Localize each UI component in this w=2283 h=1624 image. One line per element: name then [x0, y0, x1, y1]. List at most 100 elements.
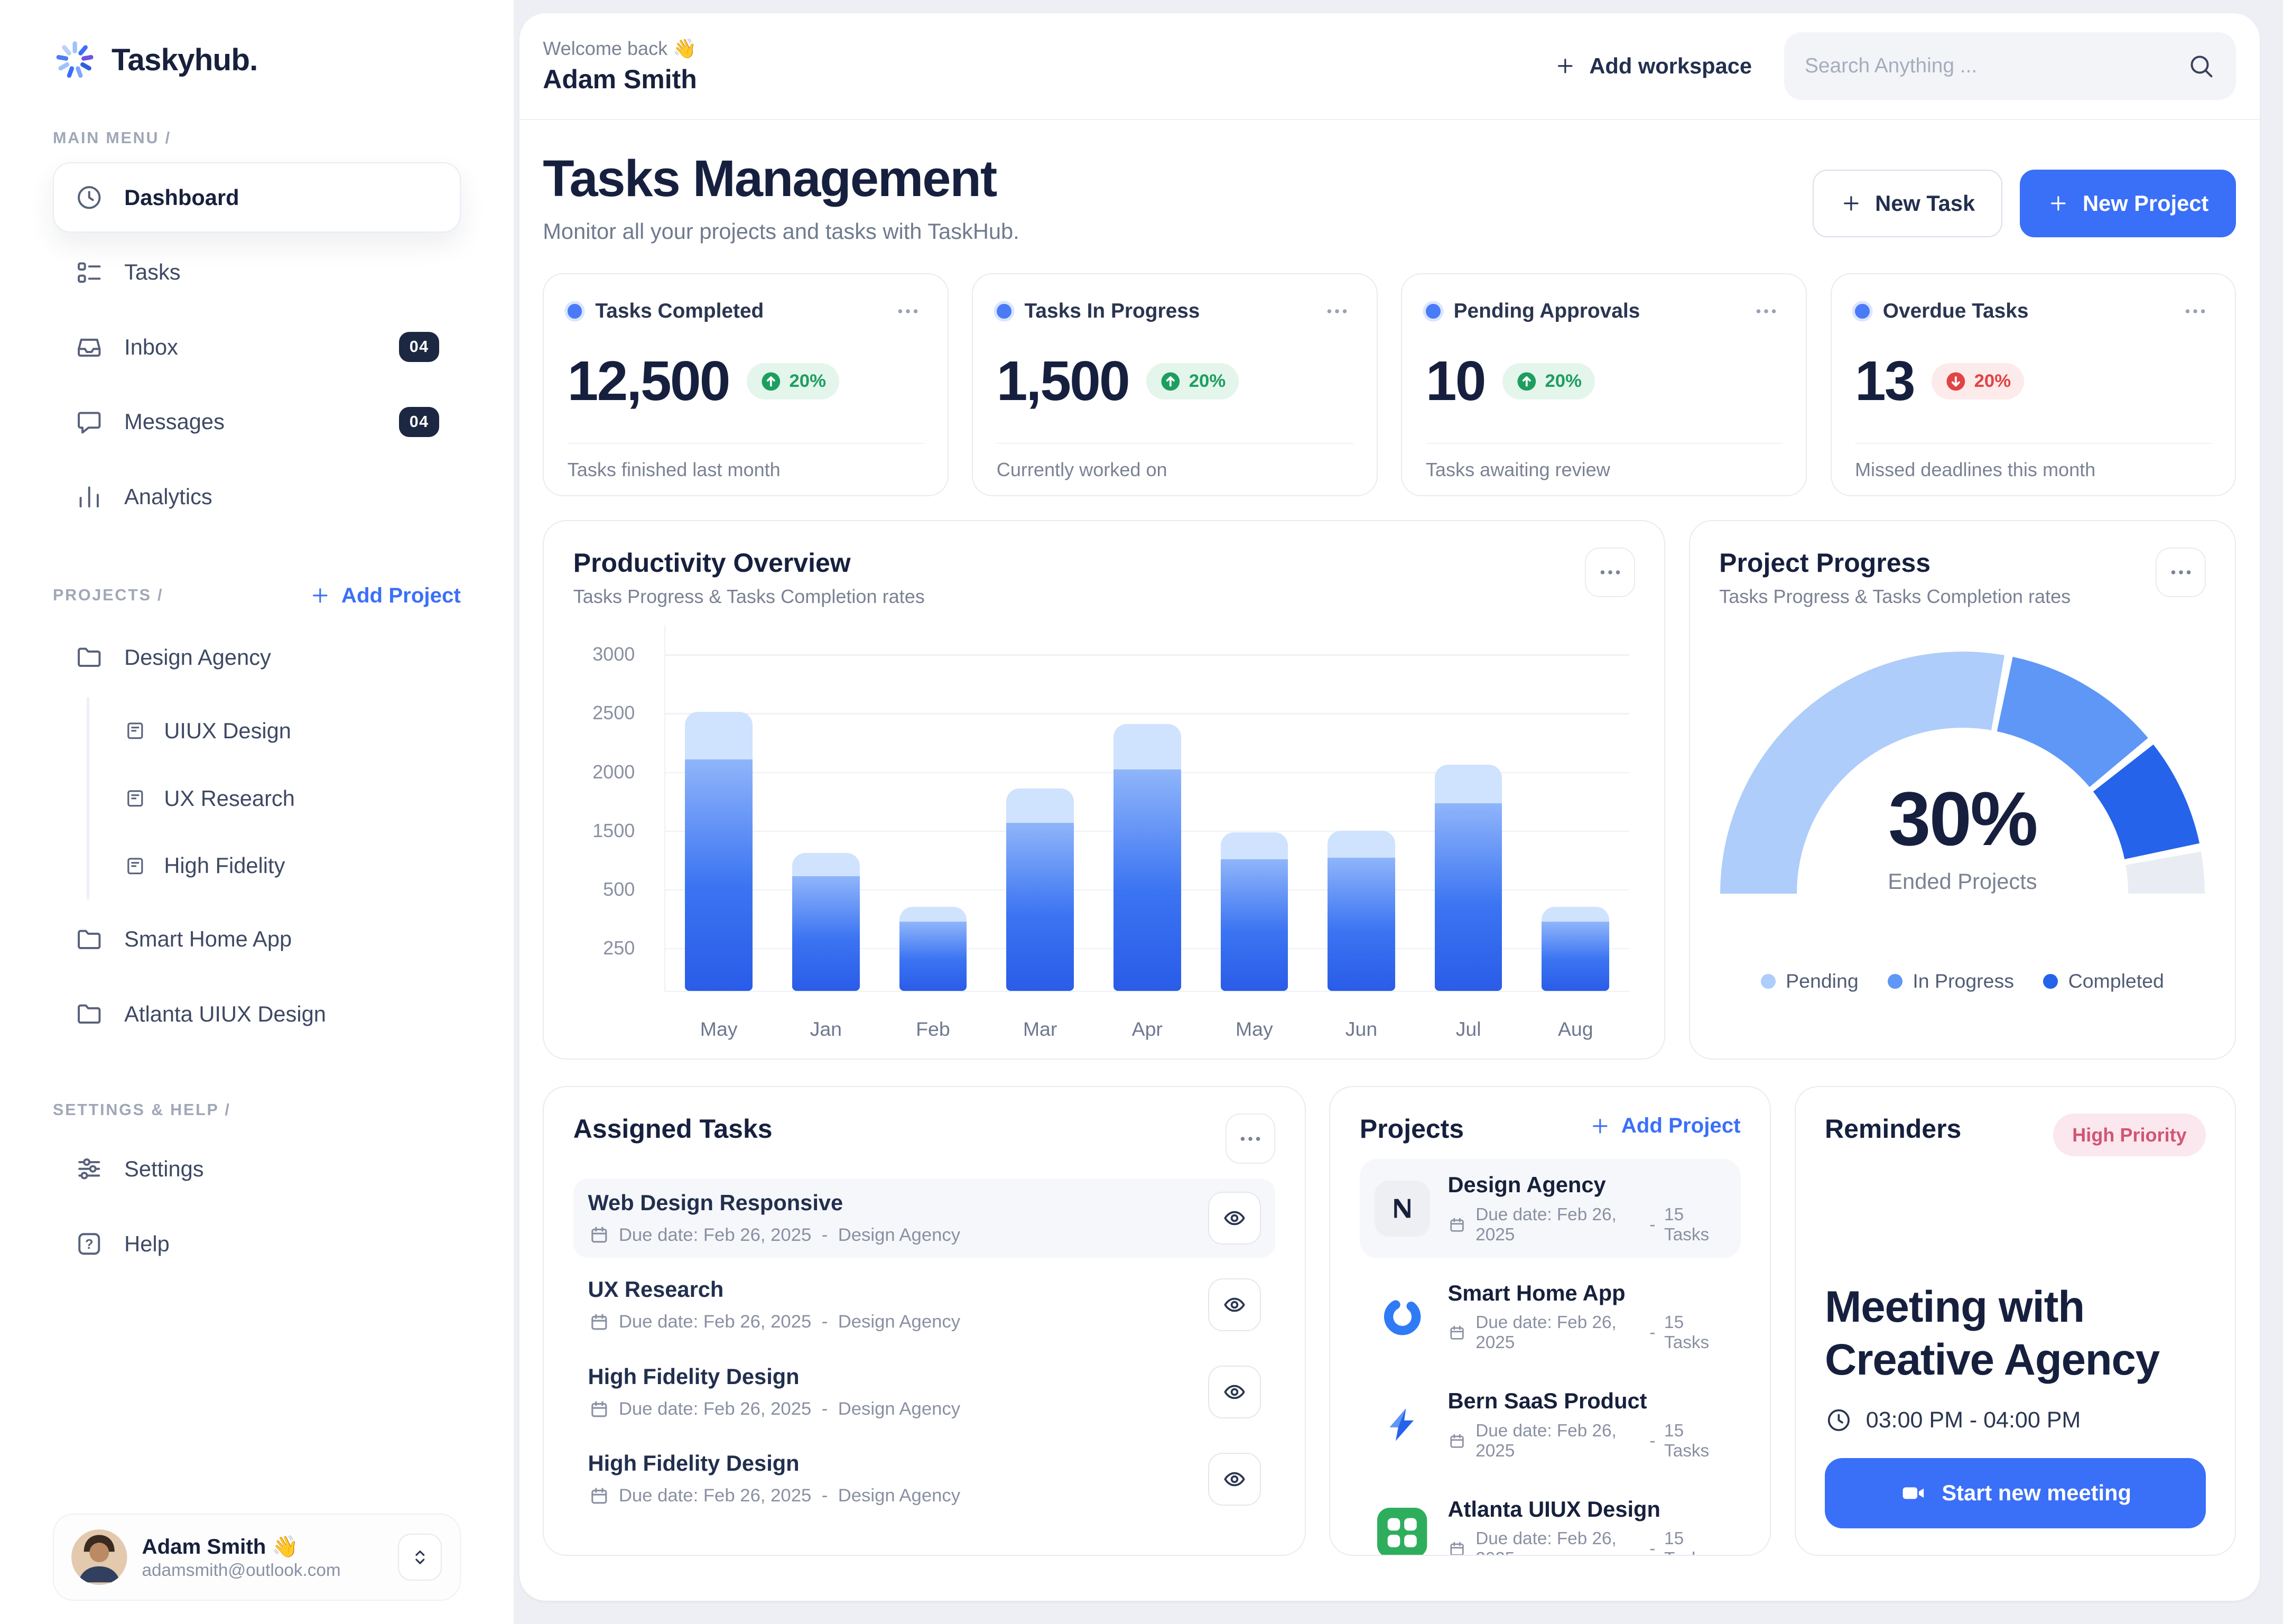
x-tick-label: May: [665, 1018, 773, 1041]
sidebar-project-design-agency[interactable]: Design Agency: [53, 623, 461, 693]
legend-item: In Progress: [1888, 970, 2014, 992]
inbox-count-badge: 04: [399, 332, 439, 362]
search-icon[interactable]: [2186, 51, 2216, 81]
messages-count-badge: 04: [399, 407, 439, 437]
stat-card-tasks-completed: Tasks Completed 12,500 20% Tasks finishe…: [543, 273, 949, 496]
sidebar: Taskyhub. MAIN MENU / Dashboard Tasks In…: [0, 0, 514, 1624]
board-icon: [124, 787, 146, 810]
plus-icon: [1554, 55, 1576, 77]
stat-menu-button[interactable]: [892, 295, 924, 327]
task-row[interactable]: High Fidelity Design Due date: Feb 26, 2…: [573, 1439, 1276, 1519]
welcome-text: Welcome back 👋: [543, 38, 697, 60]
project-row[interactable]: Bern SaaS Product Due date: Feb 26, 2025…: [1360, 1375, 1741, 1474]
bar: [685, 712, 753, 991]
sidebar-subproject-ux-research[interactable]: UX Research: [107, 765, 461, 832]
card-menu-button[interactable]: [2156, 547, 2205, 597]
view-task-button[interactable]: [1208, 1453, 1261, 1506]
folder-icon: [75, 643, 104, 672]
messages-icon: [75, 407, 104, 437]
add-workspace-button[interactable]: Add workspace: [1554, 53, 1752, 79]
stat-dot-icon: [568, 304, 582, 319]
topbar: Welcome back 👋 Adam Smith Add workspace: [519, 13, 2260, 120]
stats-row: Tasks Completed 12,500 20% Tasks finishe…: [543, 273, 2236, 496]
bern-saas-logo: [1375, 1397, 1431, 1453]
sidebar-item-analytics[interactable]: Analytics: [53, 461, 461, 532]
stat-menu-button[interactable]: [1750, 295, 1783, 327]
y-tick-label: 250: [603, 937, 635, 959]
x-tick-label: Jan: [773, 1018, 880, 1041]
trend-up-badge: 20%: [747, 363, 839, 400]
smart-home-logo: [1375, 1289, 1431, 1345]
projects-add-project-button[interactable]: Add Project: [1589, 1113, 1741, 1138]
user-card[interactable]: Adam Smith 👋 adamsmith@outlook.com: [53, 1514, 461, 1601]
card-menu-button[interactable]: [1585, 547, 1635, 597]
x-tick-label: Jun: [1308, 1018, 1415, 1041]
task-row[interactable]: Web Design Responsive Due date: Feb 26, …: [573, 1178, 1276, 1258]
sidebar-item-inbox[interactable]: Inbox 04: [53, 312, 461, 382]
bar-column: Aug: [1522, 625, 1629, 991]
sidebar-item-settings[interactable]: Settings: [53, 1134, 461, 1204]
gauge-label: Ended Projects: [1720, 869, 2204, 894]
sidebar-item-label: Dashboard: [124, 185, 239, 210]
sidebar-project-atlanta-uiux-design[interactable]: Atlanta UIUX Design: [53, 979, 461, 1049]
section-label-main-menu: MAIN MENU /: [53, 129, 461, 147]
calendar-icon: [1447, 1539, 1467, 1555]
help-icon: ?: [75, 1229, 104, 1259]
sidebar-subproject-high-fidelity[interactable]: High Fidelity: [107, 832, 461, 900]
sidebar-subproject-uiux-design[interactable]: UIUX Design: [107, 697, 461, 765]
sidebar-item-tasks[interactable]: Tasks: [53, 237, 461, 308]
bar: [1328, 831, 1395, 991]
stat-dot-icon: [1426, 304, 1441, 319]
project-row[interactable]: Smart Home App Due date: Feb 26, 2025 - …: [1360, 1267, 1741, 1367]
project-row[interactable]: Atlanta UIUX Design Due date: Feb 26, 20…: [1360, 1483, 1741, 1556]
eye-icon: [1221, 1205, 1248, 1231]
view-task-button[interactable]: [1208, 1278, 1261, 1331]
sidebar-add-project-button[interactable]: Add Project: [309, 583, 461, 608]
bar: [1542, 907, 1609, 991]
sidebar-item-label: Help: [124, 1231, 170, 1257]
sidebar-item-dashboard[interactable]: Dashboard: [53, 162, 461, 233]
view-task-button[interactable]: [1208, 1366, 1261, 1418]
sidebar-project-smart-home-app[interactable]: Smart Home App: [53, 904, 461, 975]
atlanta-uiux-logo: [1375, 1505, 1431, 1556]
sidebar-item-help[interactable]: ? Help: [53, 1209, 461, 1279]
task-row[interactable]: High Fidelity Design Due date: Feb 26, 2…: [573, 1352, 1276, 1432]
meeting-time: 03:00 PM - 04:00 PM: [1825, 1406, 2206, 1434]
stat-dot-icon: [1855, 304, 1870, 319]
task-list: Web Design Responsive Due date: Feb 26, …: [573, 1178, 1276, 1519]
card-title: Productivity Overview: [573, 547, 925, 578]
stat-menu-button[interactable]: [2179, 295, 2212, 327]
ellipsis-icon: [1597, 559, 1623, 586]
chevron-up-down-icon: [409, 1546, 431, 1569]
trend-up-badge: 20%: [1502, 363, 1595, 400]
gauge-legend: PendingIn ProgressCompleted: [1719, 970, 2206, 992]
project-row[interactable]: Design Agency Due date: Feb 26, 2025 - 1…: [1360, 1159, 1741, 1258]
page-subtitle: Monitor all your projects and tasks with…: [543, 219, 1019, 244]
design-agency-logo: [1375, 1181, 1431, 1237]
user-email: adamsmith@outlook.com: [142, 1561, 341, 1581]
calendar-icon: [588, 1485, 610, 1507]
svg-text:?: ?: [85, 1237, 94, 1252]
high-priority-badge: High Priority: [2053, 1113, 2206, 1156]
view-task-button[interactable]: [1208, 1192, 1261, 1245]
task-row[interactable]: UX Research Due date: Feb 26, 2025 - Des…: [573, 1265, 1276, 1345]
start-meeting-button[interactable]: Start new meeting: [1825, 1458, 2206, 1528]
stat-menu-button[interactable]: [1321, 295, 1353, 327]
new-task-button[interactable]: New Task: [1813, 170, 2003, 237]
plus-icon: [309, 584, 331, 607]
avatar: [71, 1529, 127, 1585]
settings-menu: Settings ? Help: [53, 1134, 461, 1283]
folder-icon: [75, 999, 104, 1029]
new-project-button[interactable]: New Project: [2020, 170, 2236, 237]
user-menu-button[interactable]: [398, 1534, 442, 1581]
folder-icon: [75, 925, 104, 954]
bar-chart-plot: MayJanFebMarAprMayJunJulAug: [664, 625, 1629, 992]
search-input[interactable]: [1805, 54, 2175, 78]
arrow-up-circle-icon: [1159, 370, 1182, 393]
card-menu-button[interactable]: [1226, 1113, 1275, 1163]
y-tick-label: 1500: [592, 820, 635, 842]
trend-up-badge: 20%: [1146, 363, 1239, 400]
productivity-bar-chart: 3000250020001500500250 MayJanFebMarAprMa…: [573, 625, 1635, 1051]
sidebar-item-messages[interactable]: Messages 04: [53, 387, 461, 457]
ellipsis-icon: [1753, 298, 1779, 324]
